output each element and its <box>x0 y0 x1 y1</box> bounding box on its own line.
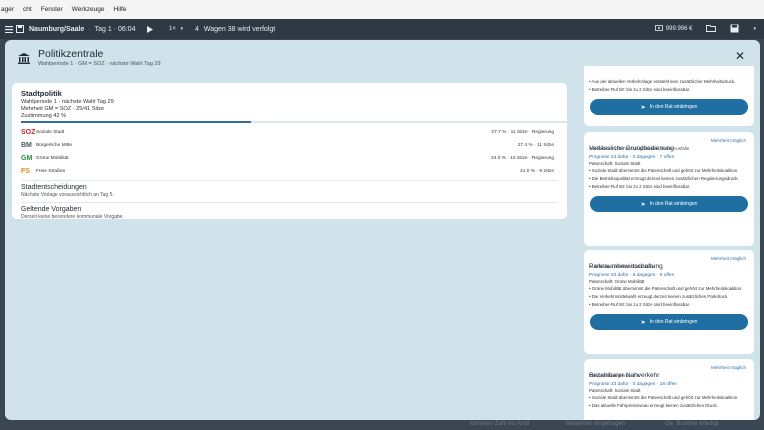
notice-text: Wagen 38 wird verfolgt <box>203 25 276 33</box>
save-icon[interactable] <box>15 25 25 33</box>
proposal-bullet: • Die Verkehrsmittelwahl erzeugt derzeit… <box>589 294 729 299</box>
proposal-bullet: • Betreiber-Ruf 50: bis zu 2 Sitze sind … <box>589 184 691 189</box>
game-clock: Tag 1 · 06:04 <box>94 25 136 33</box>
button-label: In den Rat einbringen <box>649 201 698 207</box>
menu-item-werkzeuge[interactable]: Werkzeuge <box>71 6 106 13</box>
party-result: 27.7 % · 11 Sitze · Regierung <box>491 130 554 135</box>
sponsor: Patenschaft: Soziale Stadt <box>589 161 641 166</box>
proposal-card: Bezahlbarer Nahverkehr Mehrheit möglich … <box>584 359 754 420</box>
party-result: 24.0 % · 10 Sitze · Regierung <box>491 156 554 161</box>
proposal-card: Verlässliche Grundbedienung Mehrheit mög… <box>584 132 754 246</box>
majority-badge: Mehrheit möglich <box>711 138 746 143</box>
vote-forecast: Prognose 24 dafür · 0 dagegen · 7 offen <box>589 155 675 160</box>
toolbar-divider: · <box>88 25 91 33</box>
folder-icon[interactable] <box>706 24 717 34</box>
divider <box>21 202 558 203</box>
send-icon: ➤ <box>640 201 646 208</box>
close-button[interactable]: ✕ <box>734 50 746 62</box>
decisions-title: Stadtentscheidungen <box>21 184 87 191</box>
money-icon <box>654 25 663 33</box>
party-row: BM Bürgerliche Mitte 27.4 % · 11 Sitze <box>21 139 558 152</box>
party-list: SOZ Soziale Stadt 27.7 % · 11 Sitze · Re… <box>21 126 558 178</box>
party-name: Grüne Mobilität <box>36 156 69 161</box>
disk-icon[interactable] <box>730 24 739 35</box>
proposal-title: Verlässliche Grundbedienung <box>589 145 674 152</box>
button-label: In den Rat einbringen <box>649 104 698 110</box>
approval-label: Zustimmung 42 % <box>21 113 67 119</box>
party-row: SOZ Soziale Stadt 27.7 % · 11 Sitze · Re… <box>21 126 558 139</box>
menu-item-app[interactable]: ager <box>0 6 15 13</box>
party-row: GM Grüne Mobilität 24.0 % · 10 Sitze · R… <box>21 152 558 165</box>
vote-forecast: Prognose 23 dafür · 9 dagegen · 9 offen <box>589 273 675 278</box>
proposal-bullet: • Soziale Stadt übernimmt die Patenschaf… <box>589 395 739 400</box>
proposal-list[interactable]: • Aus der aktuellen Verkehrslage entsteh… <box>584 66 760 420</box>
proposal-title: Bezahlbarer Nahverkehr <box>589 372 660 379</box>
background-note: Ge. Buslinie erledigt <box>665 421 719 427</box>
party-name: Soziale Stadt <box>36 130 65 135</box>
party-abbr: GM <box>21 155 33 162</box>
party-name: Bürgerliche Mitte <box>36 143 72 148</box>
proposal-bullet: • Betreiber-Ruf 50: bis zu 2 Sitze sind … <box>589 87 691 92</box>
sponsor: Patenschaft: Grüne Mobilität <box>589 279 645 284</box>
divider <box>21 180 558 181</box>
approval-bar <box>21 121 569 123</box>
city-name: Naumburg/Saale <box>29 25 85 33</box>
money-balance: 999.996 € <box>665 26 693 32</box>
rules-title: Geltende Vorgaben <box>21 206 82 213</box>
background-note: Weiterheit eingetragen <box>565 421 626 427</box>
chevron-down-icon[interactable]: ▾ <box>180 26 183 32</box>
approval-bar-fill <box>21 121 252 123</box>
town-hall-icon <box>18 51 30 64</box>
menu-item-hilfe[interactable]: Hilfe <box>113 6 128 13</box>
majority-badge: Mehrheit möglich <box>711 256 746 261</box>
proposal-bullet: • Aus der aktuellen Verkehrslage entsteh… <box>589 79 736 84</box>
proposal-card: • Aus der aktuellen Verkehrslage entsteh… <box>584 66 754 126</box>
sponsor: Patenschaft: Soziale Stadt <box>589 388 641 393</box>
party-result: 27.4 % · 11 Sitze <box>517 143 554 148</box>
proposal-card: Parkraumbewirtschaftung Mehrheit möglich… <box>584 250 754 354</box>
submit-proposal-button[interactable]: ➤ In den Rat einbringen <box>590 99 748 115</box>
game-toolbar: Naumburg/Saale · Tag 1 · 06:04 1× ▾ 4 Wa… <box>0 19 764 39</box>
proposal-bullet: • Betreiber-Ruf 50: bis zu 2 Sitze sind … <box>589 302 691 307</box>
rules-subtitle: Derzeit keine besondere kommunale Vorgab… <box>21 214 124 220</box>
menu-icon[interactable] <box>4 25 14 33</box>
proposal-bullet: • Das aktuelle Fahrpreisniveau erzeugt k… <box>589 403 718 408</box>
city-politics-card: Stadtpolitik Wahlperiode 1 · nächste Wah… <box>12 83 569 220</box>
party-abbr: BM <box>21 142 32 149</box>
politics-dialog: Politikzentrale Wahlperiode 1 · GM = SOZ… <box>5 40 760 420</box>
menu-bar: ager cht Fenster Werkzeuge Hilfe <box>0 0 764 19</box>
dialog-subtitle: Wahlperiode 1 · GM = SOZ · nächste Wahl … <box>38 61 161 67</box>
menu-item-fenster[interactable]: Fenster <box>40 6 64 13</box>
play-icon[interactable] <box>145 25 155 33</box>
party-name: Freie Straßen <box>36 169 66 174</box>
submit-proposal-button[interactable]: ➤ In den Rat einbringen <box>590 314 748 330</box>
party-result: 21.0 % · 9 Sitze <box>520 169 554 174</box>
background-note: kommen Zahl ins Amtl <box>470 421 530 427</box>
party-abbr: FS <box>21 168 30 175</box>
submit-proposal-button[interactable]: ➤ In den Rat einbringen <box>590 196 748 212</box>
proposal-title: Parkraumbewirtschaftung <box>589 263 663 270</box>
chevron-down-icon[interactable]: ▾ <box>753 26 756 32</box>
election-period: Wahlperiode 1 · nächste Wahl Tag 29 <box>21 99 114 105</box>
party-abbr: SOZ <box>21 129 36 136</box>
proposal-bullet: • Die Betriebsqualität erzeugt derzeit k… <box>589 176 739 181</box>
menu-item-ansicht[interactable]: cht <box>22 6 33 13</box>
vote-forecast: Prognose 23 dafür · 0 dagegen · 18 offen <box>589 382 677 387</box>
decisions-subtitle: Nächste Vorlage voraussichtlich an Tag 5… <box>21 192 114 198</box>
majority-badge: Mehrheit möglich <box>711 365 746 370</box>
proposal-bullet: • Soziale Stadt übernimmt die Patenschaf… <box>589 168 739 173</box>
dialog-title: Politikzentrale <box>38 48 104 60</box>
speed-select[interactable]: 1× <box>165 26 179 32</box>
send-icon: ➤ <box>640 104 646 111</box>
button-label: In den Rat einbringen <box>649 319 698 325</box>
majority-info: Mehrheit GM = SOZ · 25/41 Sitze <box>21 106 105 112</box>
party-row: FS Freie Straßen 21.0 % · 9 Sitze <box>21 165 558 178</box>
notice-count: 4 <box>194 25 199 33</box>
proposal-bullet: • Grüne Mobilität übernimmt die Patensch… <box>589 286 743 291</box>
section-title: Stadtpolitik <box>21 89 62 98</box>
send-icon: ➤ <box>640 319 646 326</box>
